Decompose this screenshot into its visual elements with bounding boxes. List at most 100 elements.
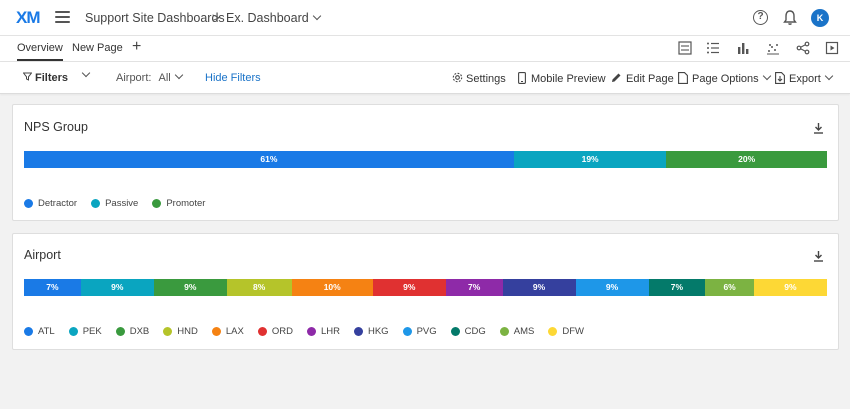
legend-dot	[257, 327, 267, 336]
top-bar: XM Support Site Dashboards > Ex. Dashboa…	[0, 0, 850, 36]
edit-page-label: Edit Page	[626, 73, 674, 85]
legend-item-lhr[interactable]: LHR	[306, 326, 340, 337]
bar-segment-pek[interactable]: 9%	[80, 279, 154, 296]
chevron-down-icon	[824, 71, 834, 81]
nps-legend: Detractor Passive Promoter	[24, 198, 219, 209]
page-options-button[interactable]: Page Options	[678, 71, 771, 85]
bar-segment-atl[interactable]: 7%	[24, 279, 81, 296]
settings-button[interactable]: Settings	[452, 72, 506, 85]
legend-dot	[68, 327, 78, 336]
page-options-label: Page Options	[692, 73, 759, 85]
legend-item-detractor[interactable]: Detractor	[24, 198, 77, 209]
airport-filter-value: All	[158, 72, 171, 84]
airport-stacked-bar: 7% 9% 9% 8% 10% 9% 7% 9% 9% 7% 6% 9%	[24, 279, 827, 296]
chevron-down-icon	[174, 70, 184, 80]
download-icon[interactable]	[813, 122, 824, 134]
nps-group-title: NPS Group	[24, 120, 88, 134]
filters-label: Filters	[35, 72, 69, 84]
legend-item-promoter[interactable]: Promoter	[152, 198, 205, 209]
bar-segment-hkg[interactable]: 9%	[502, 279, 576, 296]
breadcrumb-dashboard[interactable]: Ex. Dashboard	[226, 11, 321, 25]
avatar[interactable]: K	[811, 9, 829, 27]
add-page-icon[interactable]: +	[132, 38, 141, 56]
airport-legend: ATL PEK DXB HND LAX ORD LHR HKG PVG CDG AMS DFW	[24, 326, 598, 337]
xm-logo[interactable]: XM	[16, 8, 40, 28]
list-icon[interactable]	[706, 41, 720, 55]
legend-dot	[499, 327, 509, 336]
legend-item-ord[interactable]: ORD	[257, 326, 293, 337]
phone-icon	[518, 72, 526, 84]
hide-filters-link[interactable]: Hide Filters	[205, 72, 261, 84]
menu-icon[interactable]	[55, 11, 70, 23]
nps-group-widget: NPS Group 61% 19% 20% Detractor Passive Prom…	[12, 104, 839, 221]
legend-item-lax[interactable]: LAX	[211, 326, 244, 337]
legend-label: LHR	[320, 326, 340, 337]
share-icon[interactable]	[796, 41, 810, 55]
legend-label: CDG	[464, 326, 486, 337]
legend-dot	[548, 327, 558, 336]
export-button[interactable]: Export	[775, 71, 834, 85]
legend-item-pek[interactable]: PEK	[68, 326, 102, 337]
edit-page-button[interactable]: Edit Page	[611, 72, 674, 85]
bar-segment-ord[interactable]: 9%	[372, 279, 446, 296]
bar-segment-dfw[interactable]: 9%	[753, 279, 827, 296]
bar-segment-hnd[interactable]: 8%	[226, 279, 292, 296]
airport-title: Airport	[24, 248, 61, 262]
export-icon	[775, 72, 785, 84]
present-icon[interactable]	[825, 41, 839, 55]
filter-icon	[22, 72, 33, 81]
legend-label: DXB	[129, 326, 150, 337]
legend-item-atl[interactable]: ATL	[24, 326, 55, 337]
filters-toggle[interactable]: Filters	[22, 72, 69, 84]
bar-segment-pvg[interactable]: 9%	[575, 279, 649, 296]
tab-overview[interactable]: Overview	[17, 42, 63, 61]
legend-item-hnd[interactable]: HND	[163, 326, 198, 337]
legend-label: ORD	[271, 326, 293, 337]
bar-segment-ams[interactable]: 6%	[705, 279, 754, 296]
legend-dot	[91, 199, 101, 208]
legend-dot	[211, 327, 221, 336]
pencil-icon	[612, 73, 621, 82]
bar-segment-lhr[interactable]: 7%	[445, 279, 503, 296]
export-label: Export	[789, 73, 821, 85]
legend-item-pvg[interactable]: PVG	[402, 326, 437, 337]
bar-chart-icon[interactable]	[736, 41, 750, 55]
bar-segment-passive[interactable]: 19%	[513, 151, 667, 168]
bar-segment-detractor[interactable]: 61%	[24, 151, 514, 168]
breadcrumb-project[interactable]: Support Site Dashboards	[85, 11, 225, 25]
legend-item-dxb[interactable]: DXB	[115, 326, 150, 337]
legend-item-hkg[interactable]: HKG	[353, 326, 389, 337]
legend-item-cdg[interactable]: CDG	[450, 326, 486, 337]
filters-chevron[interactable]	[78, 68, 91, 82]
gear-icon	[452, 72, 463, 83]
page-tabs: Overview New Page +	[0, 36, 850, 62]
legend-dot	[152, 199, 162, 208]
legend-label: PEK	[82, 326, 102, 337]
download-icon[interactable]	[813, 250, 824, 262]
bar-segment-promoter[interactable]: 20%	[666, 151, 827, 168]
mobile-preview-label: Mobile Preview	[531, 73, 606, 85]
filter-bar: Filters Airport: All Hide Filters Settin…	[0, 62, 850, 94]
legend-dot	[402, 327, 412, 336]
legend-item-dfw[interactable]: DFW	[548, 326, 584, 337]
legend-item-passive[interactable]: Passive	[91, 198, 138, 209]
scatter-icon[interactable]	[766, 41, 780, 55]
airport-filter[interactable]: Airport: All	[116, 70, 184, 84]
tab-new-page[interactable]: New Page	[72, 42, 123, 54]
legend-label: Detractor	[38, 198, 78, 209]
help-icon[interactable]: ?	[753, 10, 768, 25]
nps-stacked-bar: 61% 19% 20%	[24, 151, 827, 168]
legend-dot	[24, 199, 33, 208]
legend-item-ams[interactable]: AMS	[499, 326, 534, 337]
bar-segment-cdg[interactable]: 7%	[648, 279, 706, 296]
bar-segment-dxb[interactable]: 9%	[153, 279, 227, 296]
bar-segment-lax[interactable]: 10%	[291, 279, 373, 296]
airport-filter-label: Airport:	[116, 72, 152, 84]
legend-label: Promoter	[166, 198, 206, 209]
breadcrumb-separator: >	[212, 10, 220, 25]
widget-list-icon[interactable]	[678, 41, 692, 55]
mobile-preview-button[interactable]: Mobile Preview	[518, 72, 606, 85]
legend-label: DFW	[562, 326, 584, 337]
bell-icon[interactable]	[782, 9, 798, 26]
legend-dot	[24, 327, 33, 336]
